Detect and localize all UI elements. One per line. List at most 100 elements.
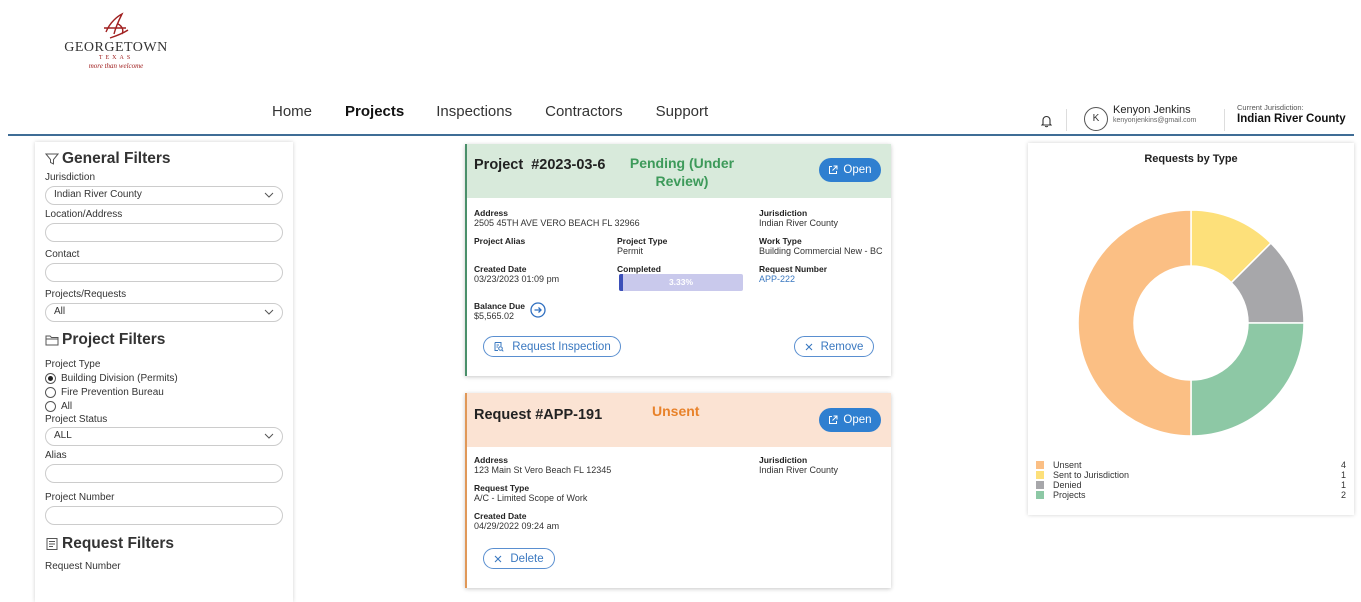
project-number-input[interactable]: [45, 506, 283, 525]
current-jurisdiction-label: Current Jurisdiction:: [1237, 103, 1304, 112]
completed-label: Completed: [617, 264, 661, 274]
logo-subtitle: TEXAS: [98, 55, 134, 61]
open-request-button[interactable]: Open: [819, 408, 881, 432]
requests-by-type-chart: Requests by Type Unsent 4 Sent to Jurisdic…: [1028, 143, 1354, 515]
project-type-radio-building[interactable]: Building Division (Permits): [45, 373, 283, 384]
close-icon: [494, 555, 502, 562]
georgetown-logo[interactable]: GEORGETOWN TEXAS more than welcome: [60, 12, 172, 74]
projects-requests-label: Projects/Requests: [45, 289, 127, 300]
request-created: Created Date 04/29/2022 09:24 am: [474, 511, 559, 531]
arrow-circle-right-icon[interactable]: [530, 302, 546, 318]
close-icon: [805, 343, 812, 350]
current-jurisdiction-value[interactable]: Indian River County: [1237, 113, 1346, 125]
request-filters-title: Request Filters: [62, 535, 174, 552]
location-label: Location/Address: [45, 209, 123, 220]
external-link-icon: [829, 165, 838, 174]
nav-support[interactable]: Support: [656, 103, 709, 120]
chevron-down-icon: [264, 309, 274, 315]
legend-label: Denied: [1053, 480, 1082, 490]
created-label: Created Date: [474, 264, 527, 274]
jurisdiction-select[interactable]: Indian River County: [45, 186, 283, 205]
work-type-value: Building Commercial New - BC: [759, 246, 883, 256]
avatar[interactable]: K: [1084, 107, 1108, 131]
legend-value: 4: [1340, 460, 1346, 470]
nav-inspections[interactable]: Inspections: [436, 103, 512, 120]
radio-label: Fire Prevention Bureau: [61, 387, 164, 398]
projects-requests-value: All: [54, 306, 66, 317]
external-link-icon: [829, 415, 838, 424]
request-card-header: Request #APP-191 Unsent Open: [467, 393, 891, 447]
filter-icon: [45, 153, 59, 165]
donut-slice-unsent[interactable]: [1077, 209, 1192, 437]
user-email: kenyonjenkins@gmail.com: [1113, 117, 1197, 124]
bell-icon[interactable]: [1040, 115, 1053, 133]
nav-home[interactable]: Home: [272, 103, 312, 120]
project-balance: Balance Due $5,565.02: [474, 301, 525, 321]
request-card: Request #APP-191 Unsent Open Address 123…: [465, 393, 891, 588]
project-completed: Completed: [617, 264, 661, 274]
project-type-value: Permit: [617, 246, 644, 256]
address-value: 123 Main St Vero Beach FL 12345: [474, 465, 612, 475]
project-type-radio-fire[interactable]: Fire Prevention Bureau: [45, 387, 283, 398]
logo-tagline: more than welcome: [88, 62, 144, 70]
project-status-label: Project Status: [45, 414, 108, 425]
jurisdiction-label: Jurisdiction: [759, 208, 808, 218]
donut-chart: [1077, 209, 1305, 437]
donut-slice-projects[interactable]: [1190, 322, 1305, 437]
contact-input[interactable]: [45, 263, 283, 282]
alias-label: Alias: [45, 450, 67, 461]
request-type: Request Type A/C - Limited Scope of Work: [474, 483, 587, 503]
project-type-label: Project Type: [617, 236, 668, 246]
user-name[interactable]: Kenyon Jenkins: [1113, 104, 1191, 116]
folder-icon: [45, 335, 59, 346]
remove-label: Remove: [820, 340, 864, 353]
request-filters-heading: Request Filters: [45, 535, 283, 553]
project-card-header: Project #2023-03-6 Pending (Under Review…: [467, 144, 891, 198]
legend-label: Sent to Jurisdiction: [1053, 470, 1130, 480]
logo-brand: GEORGETOWN: [64, 40, 168, 55]
balance-value: $5,565.02: [474, 311, 515, 321]
remove-button[interactable]: Remove: [794, 336, 874, 357]
general-filters-title: General Filters: [62, 150, 171, 167]
request-status-badge: Unsent: [652, 403, 700, 419]
request-number-link[interactable]: APP-222: [759, 274, 827, 284]
project-status-value: ALL: [54, 430, 72, 441]
project-address: Address 2505 45TH AVE VERO BEACH FL 3296…: [474, 208, 640, 228]
chevron-down-icon: [264, 433, 274, 439]
nav-projects[interactable]: Projects: [345, 103, 404, 120]
progress-percent: 3.33%: [668, 277, 694, 287]
project-work-type: Work Type Building Commercial New - BC: [759, 236, 883, 256]
request-inspection-button[interactable]: Request Inspection: [483, 336, 621, 357]
request-type-label: Request Type: [474, 483, 530, 493]
delete-button[interactable]: Delete: [483, 548, 555, 569]
delete-label: Delete: [510, 552, 544, 565]
created-value: 03/23/2023 01:09 pm: [474, 274, 560, 284]
project-status-badge: Pending (Under Review): [629, 155, 735, 189]
header-divider-line: [8, 134, 1354, 136]
legend-value: 1: [1340, 480, 1346, 490]
location-input[interactable]: [45, 223, 283, 242]
jurisdiction-label: Jurisdiction: [759, 455, 808, 465]
projects-requests-select[interactable]: All: [45, 303, 283, 322]
radio-selected-icon: [45, 373, 56, 384]
nav-contractors[interactable]: Contractors: [545, 103, 623, 120]
legend-label: Unsent: [1053, 460, 1082, 470]
request-number-label: Request Number: [759, 264, 828, 274]
alias-input[interactable]: [45, 464, 283, 483]
project-type-radio-all[interactable]: All: [45, 401, 283, 412]
jurisdiction-select-value: Indian River County: [54, 189, 142, 200]
address-value: 2505 45TH AVE VERO BEACH FL 32966: [474, 218, 640, 228]
general-filters-heading: General Filters: [45, 150, 283, 168]
radio-icon: [45, 387, 56, 398]
open-project-button[interactable]: Open: [819, 158, 881, 182]
request-inspection-label: Request Inspection: [512, 340, 611, 353]
project-status-select[interactable]: ALL: [45, 427, 283, 446]
header-divider: [1224, 109, 1225, 131]
open-label: Open: [843, 164, 872, 176]
filter-panel: General Filters Jurisdiction Indian Rive…: [35, 142, 293, 602]
address-label: Address: [474, 208, 509, 218]
request-jurisdiction: Jurisdiction Indian River County: [759, 455, 838, 475]
project-created: Created Date 03/23/2023 01:09 pm: [474, 264, 559, 284]
project-filters-heading: Project Filters: [45, 331, 283, 349]
created-label: Created Date: [474, 511, 527, 521]
